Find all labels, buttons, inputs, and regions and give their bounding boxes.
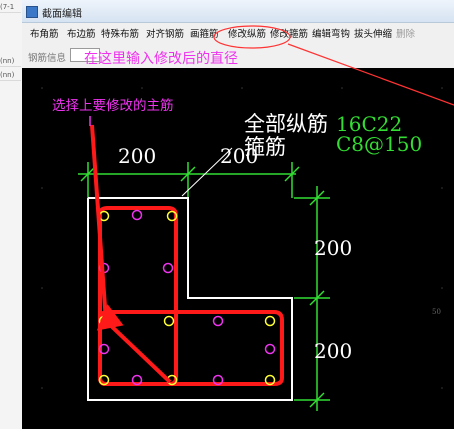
stirrup-label: 箍筋 <box>244 135 286 159</box>
strip-cell: (7-1 <box>0 2 21 13</box>
background-window-strip: (7-1 (nn) (nn) <box>0 0 23 429</box>
stirrups[interactable] <box>98 206 284 386</box>
delete-button[interactable]: 删除 <box>396 26 415 43</box>
rebar-info-bar: 钢筋信息 <box>22 47 454 65</box>
corner-rebar-button[interactable]: 布角筋 <box>30 26 59 43</box>
special-rebar-button[interactable]: 特殊布筋 <box>101 26 139 43</box>
edit-stirrup-button[interactable]: 修改箍筋 <box>270 26 308 43</box>
stretch-button[interactable]: 拔头伸缩 <box>354 26 392 43</box>
dim-top-left: 200 <box>118 144 156 168</box>
select-hint: 选择上要修改的主筋 <box>52 97 174 114</box>
side-rebar-button[interactable]: 布边筋 <box>67 26 96 43</box>
rebar-info-label: 钢筋信息 <box>28 53 67 64</box>
edit-hook-button[interactable]: 编辑弯钩 <box>312 26 350 43</box>
section-drawing: 50 200 200 200 200 全部纵筋 16C22 箍筋 C8@150 <box>41 87 443 411</box>
app-icon <box>26 6 38 18</box>
draw-stirrup-button[interactable]: 画箍筋 <box>190 26 219 43</box>
stirrup-spec: C8@150 <box>336 132 422 156</box>
align-rebar-button[interactable]: 对齐钢筋 <box>146 26 184 43</box>
section-outline <box>87 197 293 401</box>
title-bar: 截面编辑 <box>22 0 454 23</box>
edit-long-rebar-button[interactable]: 修改纵筋 <box>228 26 266 43</box>
longitudinal-label: 全部纵筋 <box>244 112 328 136</box>
dim-right-lower: 200 <box>314 339 352 363</box>
window-title: 截面编辑 <box>42 9 82 20</box>
strip-cell: (nn) <box>0 56 21 67</box>
strip-cell: (nn) <box>0 70 21 81</box>
coord-marker: 50 <box>432 308 441 316</box>
dim-right-upper: 200 <box>314 236 352 260</box>
rebar-info-input[interactable] <box>70 48 100 62</box>
toolbar: 布角筋 布边筋 特殊布筋 对齐钢筋 画箍筋 修改纵筋 修改箍筋 编辑弯钩 拔头伸… <box>22 26 454 44</box>
section-canvas[interactable]: 50 200 200 200 200 全部纵筋 16C22 箍筋 C8@150 <box>22 68 454 429</box>
